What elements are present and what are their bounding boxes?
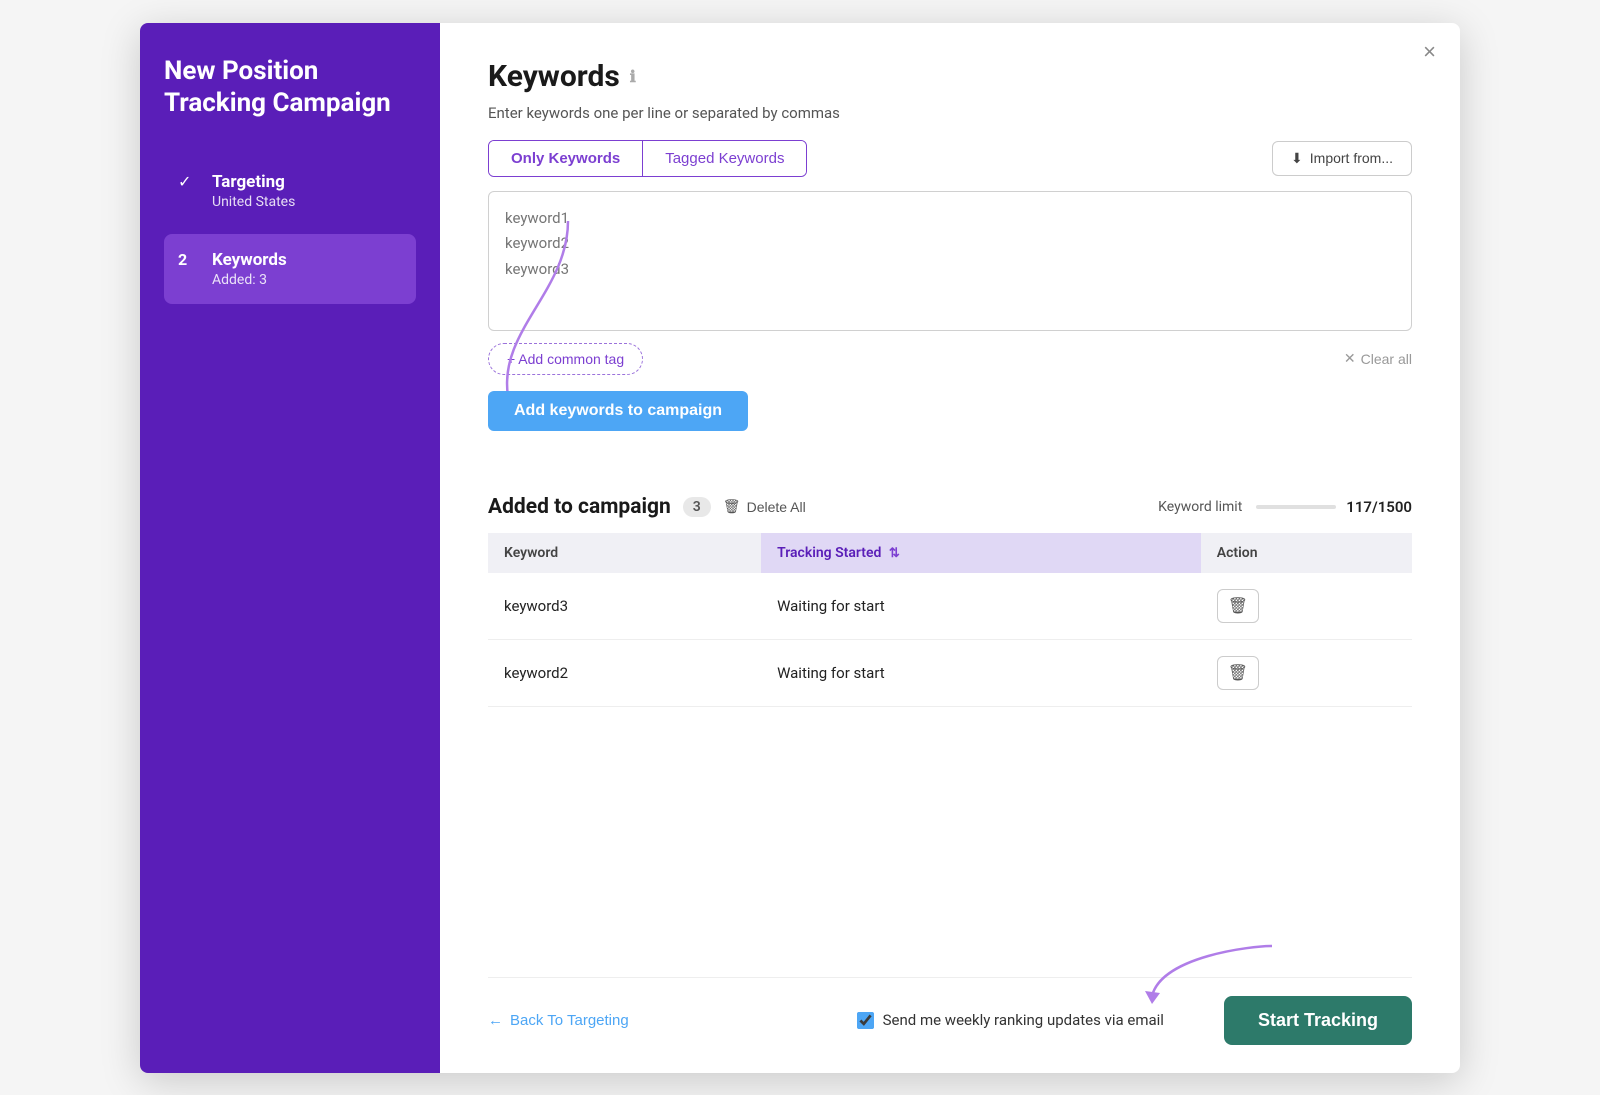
tab-only-keywords[interactable]: Only Keywords	[489, 141, 643, 176]
email-checkbox-row: Send me weekly ranking updates via email	[857, 1011, 1164, 1029]
delete-row-button[interactable]: 🗑	[1217, 656, 1259, 690]
keyword-limit-info: Keyword limit 117/1500	[1158, 498, 1412, 516]
action-cell: 🗑	[1201, 639, 1412, 706]
sidebar-keywords-sublabel: Added: 3	[212, 272, 287, 288]
sidebar-item-targeting[interactable]: ✓ Targeting United States	[164, 156, 416, 226]
add-common-tag-button[interactable]: + Add common tag	[488, 343, 643, 375]
keyword-limit-value: 117/1500	[1346, 498, 1412, 516]
tag-clear-row: + Add common tag ✕ Clear all	[488, 343, 1412, 375]
delete-all-label: Delete All	[747, 499, 806, 515]
close-button[interactable]: ×	[1423, 41, 1436, 63]
added-header: Added to campaign 3 🗑 Delete All Keyword…	[488, 495, 1412, 519]
added-to-campaign-section: Added to campaign 3 🗑 Delete All Keyword…	[488, 495, 1412, 707]
arrow-left-icon: ←	[488, 1012, 503, 1029]
delete-all-button[interactable]: 🗑 Delete All	[723, 498, 806, 515]
main-content: × Keywords ℹ Enter keywords one per line…	[440, 23, 1460, 1073]
check-icon: ✓	[178, 172, 200, 191]
added-title: Added to campaign	[488, 495, 671, 519]
delete-row-button[interactable]: 🗑	[1217, 589, 1259, 623]
sidebar-targeting-sublabel: United States	[212, 194, 295, 210]
info-icon[interactable]: ℹ	[630, 67, 636, 86]
keyword-limit-label: Keyword limit	[1158, 499, 1242, 515]
tabs-row: Only Keywords Tagged Keywords ⬇ Import f…	[488, 140, 1412, 177]
step-number: 2	[178, 250, 200, 269]
sidebar: New Position Tracking Campaign ✓ Targeti…	[140, 23, 440, 1073]
table-header: Keyword Tracking Started ⇅ Action	[488, 533, 1412, 573]
clear-all-label: Clear all	[1361, 351, 1412, 367]
keyword-cell: keyword3	[488, 573, 761, 640]
add-keywords-button[interactable]: Add keywords to campaign	[488, 391, 748, 431]
section-title: Keywords ℹ	[488, 59, 1412, 94]
col-tracking-started-label: Tracking Started	[777, 545, 881, 561]
back-to-targeting-button[interactable]: ← Back To Targeting	[488, 1012, 629, 1029]
sidebar-targeting-label: Targeting	[212, 172, 295, 192]
trash-icon: 🗑	[723, 498, 741, 515]
col-action: Action	[1201, 533, 1412, 573]
action-cell: 🗑	[1201, 573, 1412, 640]
tab-tagged-keywords[interactable]: Tagged Keywords	[643, 141, 806, 176]
sidebar-title: New Position Tracking Campaign	[164, 55, 416, 120]
clear-all-button[interactable]: ✕ Clear all	[1344, 350, 1412, 367]
modal-wrapper: New Position Tracking Campaign ✓ Targeti…	[140, 23, 1460, 1073]
title-text: Keywords	[488, 59, 620, 94]
start-tracking-container: Start Tracking	[1224, 996, 1412, 1045]
footer-bar: ← Back To Targeting Send me weekly ranki…	[488, 977, 1412, 1045]
col-tracking-started[interactable]: Tracking Started ⇅	[761, 533, 1201, 573]
sidebar-keywords-label: Keywords	[212, 250, 287, 270]
keyword-limit-bar	[1256, 505, 1336, 509]
import-icon: ⬇	[1291, 150, 1303, 167]
import-button[interactable]: ⬇ Import from...	[1272, 141, 1412, 176]
import-label: Import from...	[1310, 150, 1393, 166]
table-row: keyword3 Waiting for start 🗑	[488, 573, 1412, 640]
keywords-table: Keyword Tracking Started ⇅ Action keywor…	[488, 533, 1412, 707]
add-keywords-container: Add keywords to campaign	[488, 391, 1412, 463]
add-tag-label: + Add common tag	[507, 351, 624, 367]
table-row: keyword2 Waiting for start 🗑	[488, 639, 1412, 706]
tracking-started-cell: Waiting for start	[761, 639, 1201, 706]
back-button-label: Back To Targeting	[510, 1012, 629, 1029]
col-keyword: Keyword	[488, 533, 761, 573]
sort-icon: ⇅	[889, 546, 900, 561]
keyword-cell: keyword2	[488, 639, 761, 706]
added-count-badge: 3	[683, 497, 711, 517]
email-checkbox[interactable]	[857, 1012, 874, 1029]
arrow-decoration-2	[1142, 936, 1282, 1016]
sidebar-item-keywords[interactable]: 2 Keywords Added: 3	[164, 234, 416, 304]
clear-icon: ✕	[1344, 350, 1356, 367]
email-checkbox-label: Send me weekly ranking updates via email	[883, 1011, 1164, 1029]
tracking-started-cell: Waiting for start	[761, 573, 1201, 640]
keywords-textarea[interactable]	[488, 191, 1412, 331]
section-description: Enter keywords one per line or separated…	[488, 104, 1412, 122]
tab-group: Only Keywords Tagged Keywords	[488, 140, 807, 177]
table-body: keyword3 Waiting for start 🗑 keyword2 Wa…	[488, 573, 1412, 707]
